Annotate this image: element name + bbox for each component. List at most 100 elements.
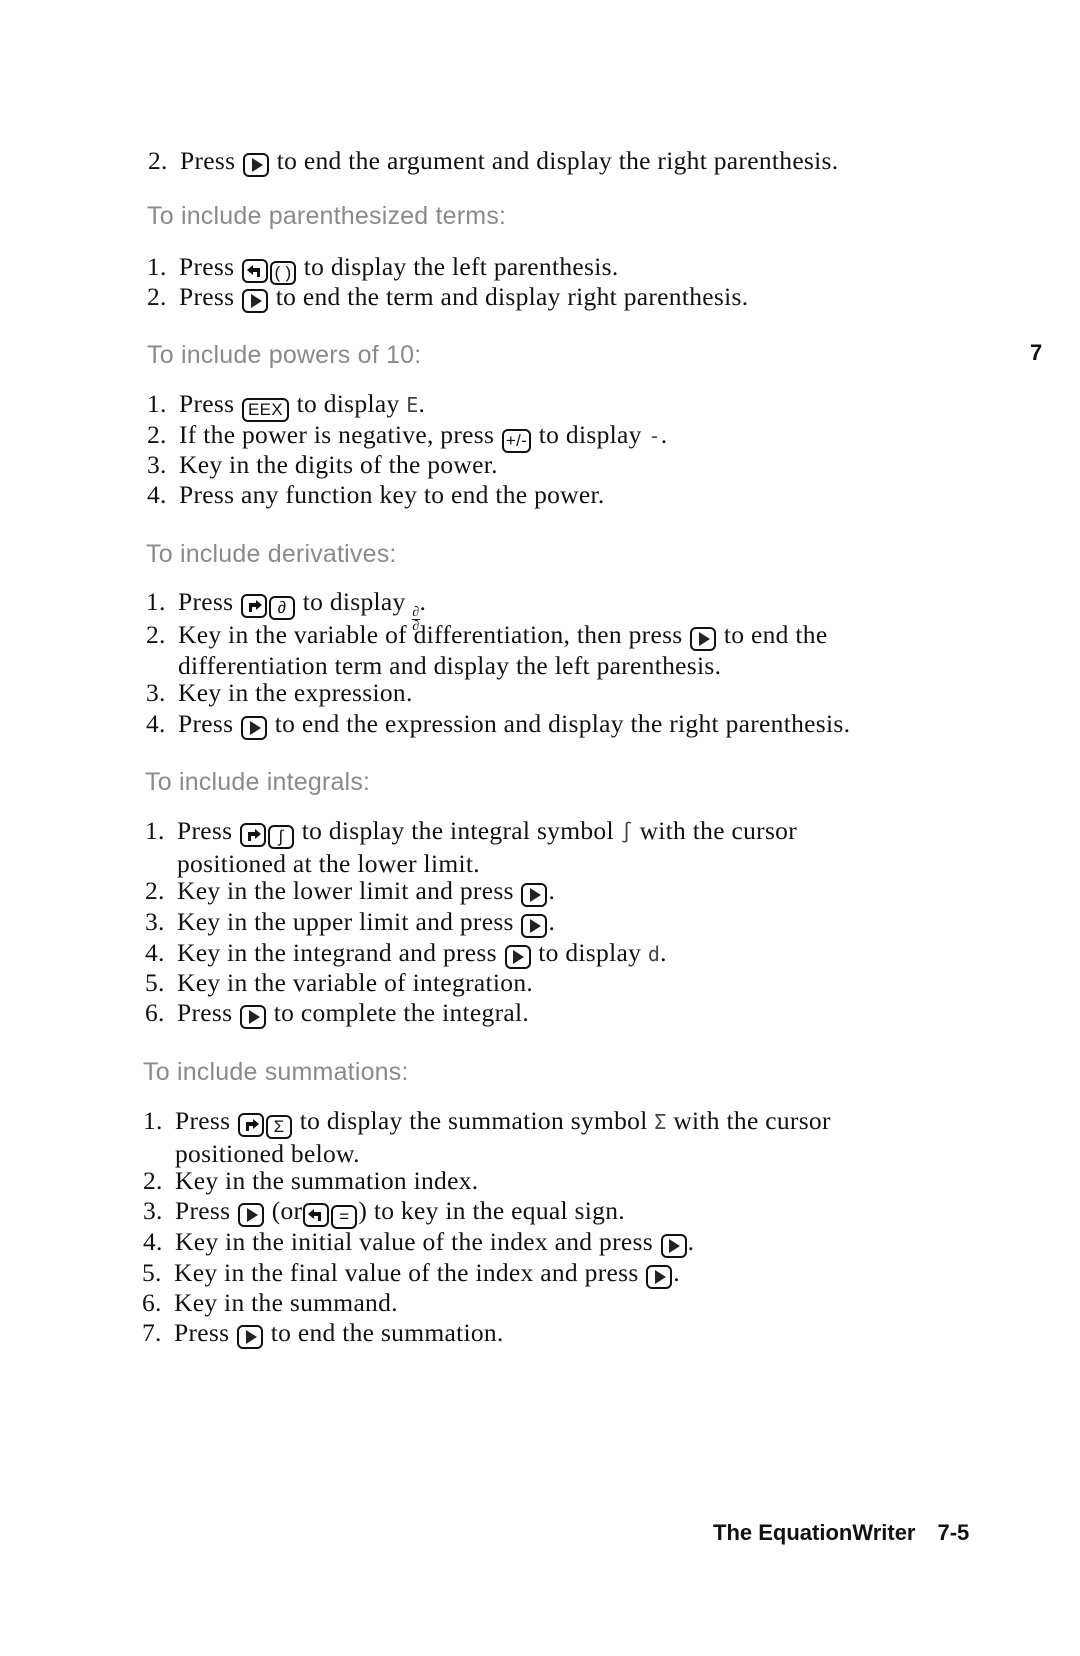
step-text: to display the integral symbol bbox=[301, 816, 614, 845]
step-text: . bbox=[660, 938, 667, 967]
right-arrow-key-icon bbox=[243, 153, 270, 177]
step-number: 1. bbox=[145, 816, 165, 845]
heading-summations: To include summations: bbox=[143, 1058, 409, 1086]
step-text: Key in the digits of the power. bbox=[179, 450, 498, 479]
step-text: to end the argument and display the righ… bbox=[276, 146, 839, 175]
list-item: 6. Press to complete the integral. bbox=[145, 998, 529, 1029]
step-intro: 2. Press to end the argument and display … bbox=[148, 146, 838, 177]
step-text: Press bbox=[177, 816, 233, 845]
frac-num: ∂ bbox=[412, 605, 420, 620]
left-shift-key-icon bbox=[242, 259, 269, 283]
step-text: ) to key in the equal sign. bbox=[358, 1196, 625, 1225]
list-item: 5. Key in the variable of integration. bbox=[145, 968, 533, 998]
right-arrow-key-icon bbox=[237, 1325, 264, 1349]
list-item: 4. Key in the initial value of the index … bbox=[143, 1227, 694, 1258]
step-number: 4. bbox=[143, 1227, 163, 1256]
step-number: 1. bbox=[147, 389, 167, 418]
lcd-char: E bbox=[406, 393, 419, 417]
step-number: 7. bbox=[142, 1318, 162, 1347]
heading-powers-of-10: To include powers of 10: bbox=[147, 341, 422, 369]
step-text: Press bbox=[178, 709, 234, 738]
step-text: to complete the integral. bbox=[273, 998, 530, 1027]
heading-parenthesized-terms: To include parenthesized terms: bbox=[147, 202, 507, 230]
step-text: with the cursor bbox=[673, 1106, 831, 1135]
step-number: 3. bbox=[146, 678, 166, 707]
lcd-char: Σ bbox=[654, 1110, 667, 1134]
list-item: 4. Press any function key to end the powe… bbox=[147, 480, 605, 510]
step-text: Press bbox=[180, 146, 236, 175]
right-arrow-key-icon bbox=[690, 627, 717, 651]
step-number: 3. bbox=[145, 907, 165, 936]
step-text: . bbox=[660, 420, 668, 449]
step-text: . bbox=[673, 1258, 680, 1287]
step-text: . bbox=[419, 587, 427, 616]
step-number: 5. bbox=[145, 968, 165, 997]
right-arrow-key-icon bbox=[646, 1265, 673, 1289]
step-text: to display bbox=[538, 420, 642, 449]
list-item: 1. Press Σ to display the summation symbo… bbox=[143, 1106, 831, 1169]
step-text: with the cursor bbox=[639, 816, 798, 845]
step-number: 4. bbox=[146, 709, 166, 738]
list-item: 3. Key in the expression. bbox=[146, 678, 413, 708]
step-number: 4. bbox=[147, 480, 167, 509]
step-text: . bbox=[548, 876, 556, 905]
list-item: 4. Press to end the expression and displa… bbox=[146, 709, 850, 740]
page-number: 7-5 bbox=[937, 1520, 970, 1545]
step-number: 2. bbox=[146, 620, 166, 649]
right-arrow-key-icon bbox=[238, 1203, 265, 1227]
list-item: 1. Press ( ) to display the left parenthe… bbox=[147, 252, 619, 285]
step-number: 1. bbox=[146, 587, 166, 616]
step-number: 6. bbox=[142, 1288, 162, 1317]
step-text: to display bbox=[296, 389, 400, 418]
list-item: 7. Press to end the summation. bbox=[142, 1318, 504, 1349]
right-arrow-key-icon bbox=[242, 289, 269, 313]
list-item: 2. Key in the lower limit and press . bbox=[145, 876, 555, 907]
step-text: Press bbox=[175, 1196, 231, 1225]
right-arrow-key-icon bbox=[521, 914, 548, 938]
step-text: Key in the variable of integration. bbox=[177, 968, 534, 997]
step-text: Key in the expression. bbox=[178, 678, 413, 707]
step-text: to display bbox=[302, 587, 406, 616]
step-number: 6. bbox=[145, 998, 165, 1027]
step-text: to end the term and display right parent… bbox=[275, 282, 749, 311]
step-text: Press bbox=[179, 282, 235, 311]
step-continuation: positioned below. bbox=[175, 1138, 360, 1168]
change-sign-key-icon: +/- bbox=[501, 428, 532, 453]
list-item: 4. Key in the integrand and press to disp… bbox=[145, 938, 667, 969]
eex-key-icon: EEX bbox=[242, 397, 289, 422]
step-text: Key in the final value of the index and … bbox=[174, 1258, 639, 1287]
step-number: 3. bbox=[143, 1196, 163, 1225]
chapter-tab: 7 bbox=[1030, 340, 1043, 365]
step-text: . bbox=[687, 1227, 695, 1256]
heading-derivatives: To include derivatives: bbox=[146, 540, 397, 568]
step-text: Press bbox=[178, 587, 234, 616]
step-text: Press bbox=[175, 1106, 231, 1135]
step-text: Press bbox=[179, 252, 235, 281]
step-text: Key in the upper limit and press bbox=[177, 907, 514, 936]
step-number: 2. bbox=[147, 420, 167, 449]
step-text: Press any function key to end the power. bbox=[179, 480, 605, 509]
step-text: to end the expression and display the ri… bbox=[274, 709, 851, 738]
footer-title: The EquationWriter bbox=[713, 1520, 916, 1545]
step-text: Key in the initial value of the index an… bbox=[175, 1227, 653, 1256]
list-item: 2. If the power is negative, press +/- to… bbox=[147, 420, 667, 453]
step-text: If the power is negative, press bbox=[179, 420, 495, 449]
integral-key-icon: ∫ bbox=[268, 824, 295, 849]
lcd-char: - bbox=[648, 424, 661, 448]
step-text: to end the bbox=[723, 620, 828, 649]
right-arrow-key-icon bbox=[241, 716, 268, 740]
step-text: Key in the integrand and press bbox=[177, 938, 497, 967]
step-text: to display bbox=[538, 938, 642, 967]
list-item: 2. Key in the variable of differentiation… bbox=[146, 620, 827, 681]
step-text: to display the left parenthesis. bbox=[303, 252, 619, 281]
list-item: 2. Press to end the term and display righ… bbox=[147, 282, 748, 313]
step-number: 2. bbox=[148, 146, 168, 175]
right-shift-key-icon bbox=[241, 594, 268, 618]
step-text: Key in the lower limit and press bbox=[177, 876, 514, 905]
step-number: 2. bbox=[147, 282, 167, 311]
step-text: Press bbox=[177, 998, 233, 1027]
list-item: 5. Key in the final value of the index an… bbox=[142, 1258, 680, 1289]
step-number: 1. bbox=[143, 1106, 163, 1135]
step-text: . bbox=[418, 389, 426, 418]
list-item: 3. Key in the digits of the power. bbox=[147, 450, 498, 480]
